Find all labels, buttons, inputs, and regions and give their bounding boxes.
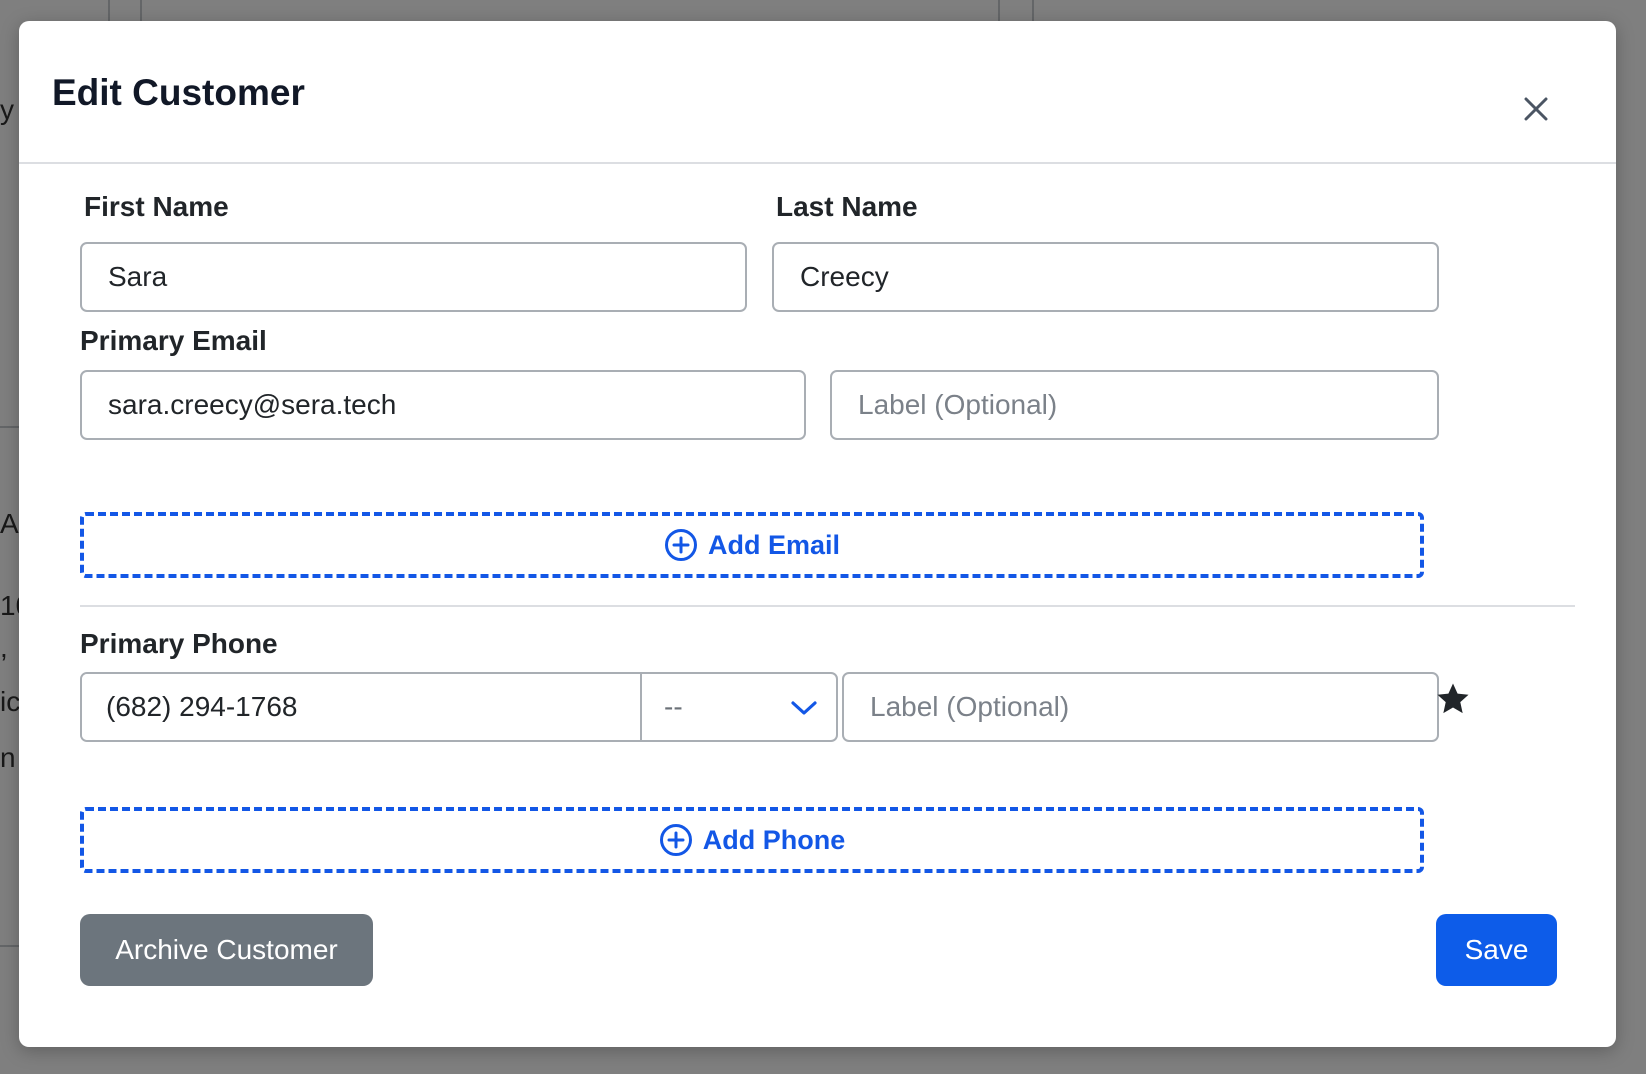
phone-label-input[interactable]: [842, 672, 1439, 742]
add-email-label: Add Email: [707, 529, 841, 560]
save-button[interactable]: Save: [1436, 914, 1557, 986]
primary-phone-input[interactable]: [82, 674, 642, 740]
add-phone-button[interactable]: Add Phone: [80, 807, 1424, 873]
add-email-button[interactable]: Add Email: [80, 512, 1424, 578]
plus-circle-icon: [659, 824, 692, 856]
primary-email-label: Primary Email: [80, 325, 267, 356]
star-icon[interactable]: [1434, 680, 1472, 718]
primary-phone-label: Primary Phone: [80, 628, 278, 659]
chevron-down-icon: [791, 701, 817, 715]
edit-customer-modal: Edit Customer First Name Last Name Prima…: [19, 21, 1616, 1047]
close-button[interactable]: [1516, 89, 1556, 129]
last-name-input[interactable]: [772, 242, 1439, 312]
plus-circle-icon: [664, 529, 697, 561]
phone-input-group: --: [80, 672, 838, 742]
modal-header: Edit Customer: [19, 21, 1616, 164]
modal-title: Edit Customer: [52, 72, 305, 113]
phone-type-select[interactable]: --: [642, 674, 836, 740]
close-icon: [1524, 97, 1548, 121]
first-name-label: First Name: [84, 191, 229, 222]
first-name-input[interactable]: [80, 242, 747, 312]
email-label-input[interactable]: [830, 370, 1439, 440]
archive-customer-button[interactable]: Archive Customer: [80, 914, 373, 986]
section-divider: [80, 605, 1575, 607]
add-phone-label: Add Phone: [702, 824, 846, 855]
phone-type-value: --: [664, 691, 683, 722]
primary-email-input[interactable]: [80, 370, 806, 440]
last-name-label: Last Name: [776, 191, 918, 222]
